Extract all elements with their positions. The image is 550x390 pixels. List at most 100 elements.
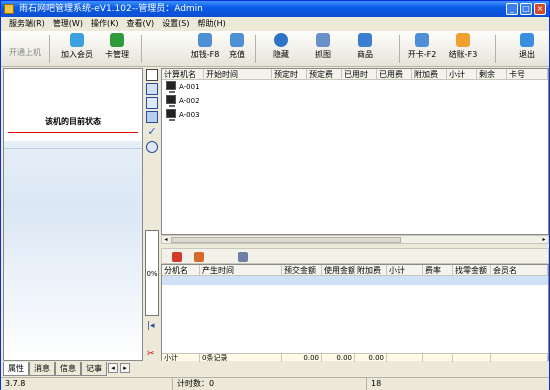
recharge-button[interactable]: 充值 bbox=[225, 33, 249, 65]
compass-icon[interactable] bbox=[146, 141, 158, 153]
hide-button[interactable]: 隐藏 bbox=[269, 33, 293, 65]
tab-messages[interactable]: 消息 bbox=[29, 362, 55, 376]
menu-bar: 服务端(R) 管理(W) 操作(K) 查看(V) 设置(S) 帮助(H) bbox=[1, 17, 549, 31]
summary-extra: 0.00 bbox=[355, 354, 387, 362]
col-computer-name[interactable]: 计算机名 bbox=[162, 69, 204, 80]
menu-help[interactable]: 帮助(H) bbox=[194, 17, 230, 31]
left-tabs: 属性 消息 信息 记事 ◂ ▸ bbox=[3, 362, 143, 376]
summary-used: 0.00 bbox=[322, 354, 355, 362]
summary-records: 0条记录 bbox=[200, 354, 282, 362]
selected-row[interactable] bbox=[162, 276, 548, 285]
table-row[interactable]: A-001 bbox=[162, 80, 548, 94]
printer-icon[interactable] bbox=[194, 252, 204, 262]
tab-info[interactable]: 信息 bbox=[55, 362, 81, 376]
wrench-icon[interactable] bbox=[238, 252, 248, 262]
col-extra-fee[interactable]: 附加费 bbox=[412, 69, 447, 80]
close-button[interactable]: × bbox=[534, 3, 546, 15]
detail-view-icon[interactable] bbox=[146, 111, 158, 123]
open-card-button[interactable]: 开卡-F2 bbox=[404, 33, 440, 65]
tab-scroll-right-icon[interactable]: ▸ bbox=[120, 363, 130, 373]
flag-icon[interactable] bbox=[172, 252, 182, 262]
open-card-icon bbox=[415, 33, 429, 47]
col-rate[interactable]: 费率 bbox=[423, 265, 453, 276]
menu-view[interactable]: 查看(V) bbox=[122, 17, 158, 31]
col-used-time[interactable]: 已用时 bbox=[342, 69, 377, 80]
checkout-button[interactable]: 结账-F3 bbox=[445, 33, 481, 65]
records-table: 分机名 产生时间 预交金额 使用金额 附加费 小计 费率 找零金额 会员名 小计… bbox=[161, 264, 549, 362]
col-member-name[interactable]: 会员名 bbox=[491, 265, 548, 276]
toolbar-separator bbox=[255, 35, 256, 63]
status-version: 3.7.8 bbox=[1, 378, 173, 390]
status-count: 18 bbox=[371, 379, 382, 388]
tab-properties[interactable]: 属性 bbox=[3, 362, 29, 376]
open-machine-button[interactable]: 开通上机 bbox=[7, 33, 43, 65]
menu-settings[interactable]: 设置(S) bbox=[158, 17, 193, 31]
goods-button[interactable]: 商品 bbox=[353, 33, 377, 65]
scroll-right-icon[interactable]: ▸ bbox=[540, 236, 548, 243]
summary-blank bbox=[491, 354, 548, 362]
check-icon[interactable]: ✓ bbox=[146, 126, 158, 138]
toolbar-separator bbox=[495, 35, 496, 63]
col-extension[interactable]: 分机名 bbox=[162, 265, 200, 276]
computer-icon bbox=[166, 95, 176, 107]
col-subtotal2[interactable]: 小计 bbox=[387, 265, 423, 276]
col-created-time[interactable]: 产生时间 bbox=[200, 265, 282, 276]
large-icons-icon[interactable] bbox=[146, 69, 158, 81]
horizontal-scrollbar[interactable]: ◂ ▸ bbox=[161, 235, 549, 244]
col-subtotal[interactable]: 小计 bbox=[447, 69, 477, 80]
view-toolbar: ✓ bbox=[145, 68, 159, 361]
status-timer: 计时数：0 bbox=[173, 378, 367, 390]
col-remaining[interactable]: 剩余 bbox=[477, 69, 507, 80]
col-prepay[interactable]: 预交金额 bbox=[282, 265, 322, 276]
table-row[interactable]: A-002 bbox=[162, 94, 548, 108]
recharge-icon bbox=[230, 33, 244, 47]
add-member-button[interactable]: 加入会员 bbox=[59, 33, 95, 65]
summary-prepay: 0.00 bbox=[282, 354, 322, 362]
col-extra[interactable]: 附加费 bbox=[355, 265, 387, 276]
cart-icon bbox=[358, 33, 372, 47]
status-bar: 3.7.8 计时数：0 18 bbox=[1, 377, 549, 390]
tab-scroll-left-icon[interactable]: ◂ bbox=[108, 363, 118, 373]
col-card-no[interactable]: 卡号 bbox=[507, 69, 548, 80]
summary-label: 小计 bbox=[162, 354, 200, 362]
records-toolbar bbox=[161, 248, 549, 264]
list-view-icon[interactable] bbox=[146, 97, 158, 109]
card-manage-button[interactable]: 卡管理 bbox=[101, 33, 133, 65]
table-row[interactable]: A-003 bbox=[162, 108, 548, 122]
machines-table: 计算机名 开始时间 预定时 预定费 已用时 已用费 附加费 小计 剩余 卡号 A… bbox=[161, 68, 549, 235]
maximize-button[interactable]: □ bbox=[520, 3, 532, 15]
add-fee-button[interactable]: 加钱-F8 bbox=[187, 33, 223, 65]
toolbar-separator bbox=[141, 35, 142, 63]
menu-manage[interactable]: 管理(W) bbox=[49, 17, 87, 31]
col-change[interactable]: 找零金额 bbox=[453, 265, 491, 276]
grip-icon[interactable]: ✂ bbox=[147, 349, 157, 359]
scroll-thumb[interactable] bbox=[171, 237, 401, 243]
menu-server[interactable]: 服务端(R) bbox=[5, 17, 49, 31]
col-start-time[interactable]: 开始时间 bbox=[204, 69, 272, 80]
menu-operate[interactable]: 操作(K) bbox=[87, 17, 123, 31]
col-reserved-fee[interactable]: 预定费 bbox=[307, 69, 342, 80]
col-used-amount[interactable]: 使用金额 bbox=[322, 265, 355, 276]
left-panel: 该机的目前状态 bbox=[3, 68, 143, 361]
grid-view-icon[interactable] bbox=[146, 83, 158, 95]
window-title: 雨石网吧管理系统-eV1.102--管理员：Admin bbox=[19, 4, 203, 14]
exit-button[interactable]: 退出 bbox=[515, 33, 539, 65]
title-bar[interactable]: 雨石网吧管理系统-eV1.102--管理员：Admin _ □ × bbox=[1, 1, 549, 17]
scroll-left-icon[interactable]: ◂ bbox=[162, 236, 170, 243]
summary-row: 小计 0条记录 0.00 0.00 0.00 bbox=[162, 353, 548, 362]
window-controls: _ □ × bbox=[506, 3, 546, 15]
summary-blank bbox=[423, 354, 453, 362]
tab-notes[interactable]: 记事 bbox=[81, 362, 107, 376]
toolbar-separator bbox=[399, 35, 400, 63]
minimize-button[interactable]: _ bbox=[506, 3, 518, 15]
col-reserved-time[interactable]: 预定时 bbox=[272, 69, 307, 80]
summary-blank bbox=[453, 354, 491, 362]
machines-table-header: 计算机名 开始时间 预定时 预定费 已用时 已用费 附加费 小计 剩余 卡号 bbox=[162, 69, 548, 80]
collapse-left-icon[interactable]: |◂ bbox=[147, 321, 157, 331]
col-used-fee[interactable]: 已用费 bbox=[377, 69, 412, 80]
computer-icon bbox=[166, 81, 176, 93]
add-fee-icon bbox=[198, 33, 212, 47]
screenshot-button[interactable]: 抓图 bbox=[311, 33, 335, 65]
records-table-header: 分机名 产生时间 预交金额 使用金额 附加费 小计 费率 找零金额 会员名 bbox=[162, 265, 548, 276]
header-divider bbox=[8, 132, 138, 133]
